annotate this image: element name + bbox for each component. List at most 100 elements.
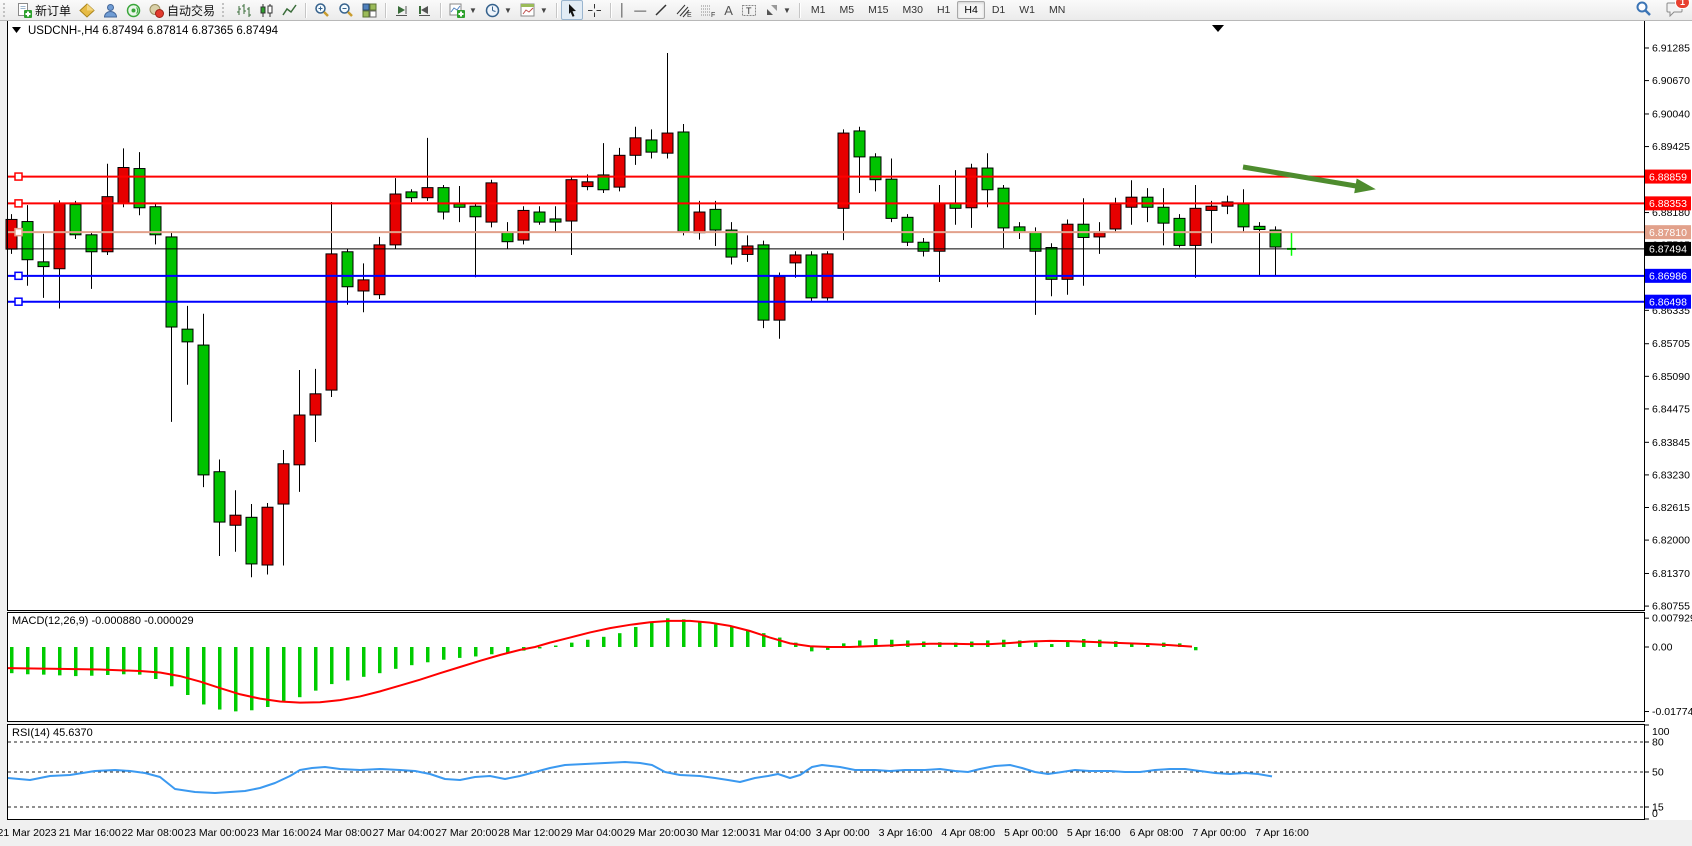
line-handle[interactable] [15, 272, 22, 279]
periods-dropdown[interactable]: ▼ [481, 0, 516, 20]
templates-dropdown[interactable]: ▼ [516, 0, 552, 20]
candle[interactable] [726, 230, 737, 257]
candle[interactable] [1046, 248, 1057, 280]
candlestick-type-button[interactable] [255, 0, 278, 20]
candle[interactable] [982, 168, 993, 190]
candle[interactable] [1110, 204, 1121, 229]
candle[interactable] [838, 133, 849, 208]
candle[interactable] [118, 168, 129, 204]
candle[interactable] [934, 204, 945, 252]
line-chart-type-button[interactable] [278, 0, 301, 20]
candle[interactable] [294, 415, 305, 465]
line-handle[interactable] [15, 173, 22, 180]
candle[interactable] [54, 204, 65, 269]
candle[interactable] [342, 252, 353, 287]
tile-windows-button[interactable] [358, 0, 381, 20]
new-order-button[interactable]: 新订单 [13, 0, 75, 20]
candle[interactable] [902, 217, 913, 242]
candle[interactable] [390, 194, 401, 245]
candle[interactable] [550, 219, 561, 222]
timeframe-button-M5[interactable]: M5 [832, 1, 861, 19]
line-handle[interactable] [15, 298, 22, 305]
candle[interactable] [534, 212, 545, 222]
timeframe-button-M1[interactable]: M1 [804, 1, 833, 19]
zoom-out-button[interactable] [334, 0, 358, 20]
candle[interactable] [38, 262, 49, 267]
candle[interactable] [1238, 204, 1249, 227]
candle[interactable] [886, 179, 897, 218]
candle[interactable] [1158, 207, 1169, 223]
candle[interactable] [694, 212, 705, 233]
toolbar-grip[interactable] [3, 3, 10, 17]
toolbar-grip[interactable] [222, 3, 229, 17]
line-handle[interactable] [15, 229, 22, 236]
candle[interactable] [278, 464, 289, 504]
fibonacci-tool[interactable]: F [696, 0, 720, 20]
timeframe-button-H1[interactable]: H1 [930, 1, 957, 19]
candle[interactable] [70, 205, 81, 235]
candle[interactable] [214, 472, 225, 522]
timeframe-button-M30[interactable]: M30 [896, 1, 930, 19]
candle[interactable] [1190, 208, 1201, 245]
candle[interactable] [374, 245, 385, 295]
chart-shift-button[interactable] [413, 0, 436, 20]
candle[interactable] [310, 394, 321, 415]
vertical-line-tool[interactable]: │ [615, 0, 631, 20]
crosshair-tool-button[interactable] [583, 0, 606, 20]
candle[interactable] [502, 232, 513, 242]
candle[interactable] [998, 188, 1009, 228]
text-tool[interactable]: A [720, 0, 737, 20]
horizontal-line-tool[interactable]: — [630, 0, 650, 20]
candle[interactable] [966, 168, 977, 208]
search-icon[interactable] [1635, 0, 1652, 20]
candle[interactable] [678, 132, 689, 232]
arrows-dropdown[interactable]: ▼ [761, 0, 795, 20]
bar-chart-type-button[interactable] [232, 0, 255, 20]
timeframe-button-M15[interactable]: M15 [861, 1, 895, 19]
line-handle[interactable] [15, 200, 22, 207]
candle[interactable] [1078, 224, 1089, 237]
candle[interactable] [166, 237, 177, 327]
timeframe-button-MN[interactable]: MN [1042, 1, 1072, 19]
candle[interactable] [774, 277, 785, 320]
timeframe-button-H4[interactable]: H4 [957, 1, 984, 19]
trendline-tool[interactable] [650, 0, 672, 20]
autotrading-button[interactable]: 自动交易 [145, 0, 219, 20]
candle[interactable] [854, 131, 865, 157]
candle[interactable] [662, 133, 673, 153]
candle[interactable] [630, 138, 641, 155]
auto-scroll-button[interactable] [390, 0, 413, 20]
cursor-tool-button[interactable] [561, 0, 583, 20]
candle[interactable] [198, 345, 209, 475]
candle[interactable] [230, 515, 241, 525]
candle[interactable] [614, 155, 625, 187]
candle[interactable] [1142, 197, 1153, 207]
candle[interactable] [790, 255, 801, 263]
timeframe-button-D1[interactable]: D1 [985, 1, 1012, 19]
candle[interactable] [102, 197, 113, 252]
candle[interactable] [566, 180, 577, 221]
candle[interactable] [1094, 233, 1105, 237]
signals-button[interactable] [122, 0, 145, 20]
candle[interactable] [582, 182, 593, 187]
candle[interactable] [438, 188, 449, 212]
candle[interactable] [150, 207, 161, 235]
zoom-in-button[interactable] [310, 0, 334, 20]
channel-tool[interactable]: E [672, 0, 696, 20]
candle[interactable] [422, 188, 433, 198]
candle[interactable] [454, 204, 465, 207]
candle[interactable] [918, 242, 929, 251]
candle[interactable] [1254, 226, 1265, 229]
candle[interactable] [326, 254, 337, 390]
candle[interactable] [470, 206, 481, 217]
community-button[interactable] [99, 0, 122, 20]
candle[interactable] [358, 280, 369, 291]
candle[interactable] [1030, 232, 1041, 251]
chat-button[interactable]: 1 [1666, 1, 1684, 20]
candle[interactable] [646, 140, 657, 152]
candle[interactable] [406, 192, 417, 198]
candle[interactable] [134, 169, 145, 208]
label-tool[interactable]: T [737, 0, 761, 20]
candle[interactable] [1206, 206, 1217, 210]
candle[interactable] [22, 222, 33, 260]
